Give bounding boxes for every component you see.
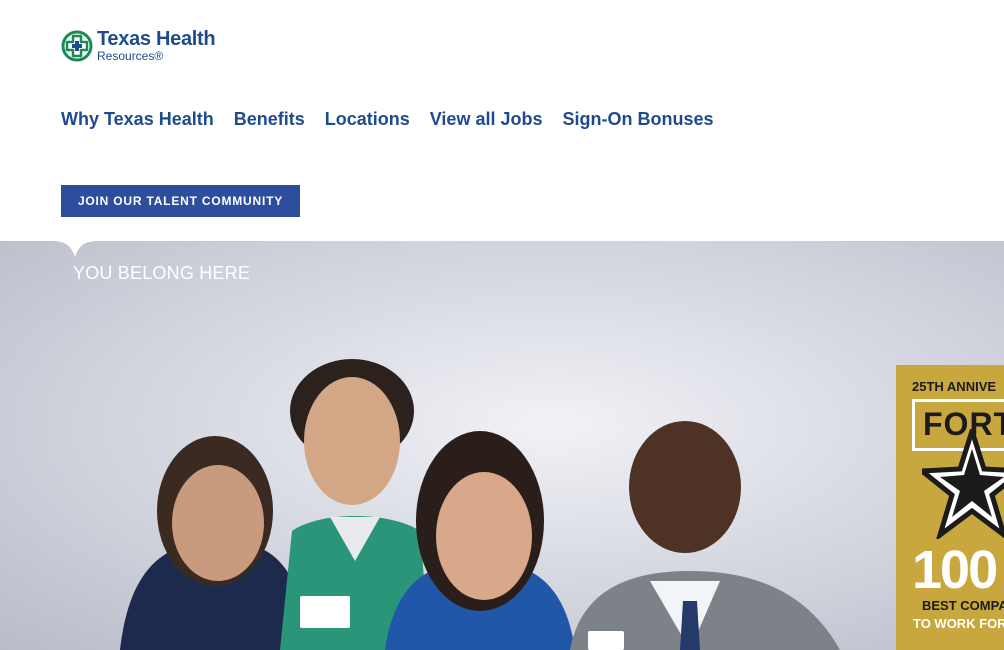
join-talent-community-button[interactable]: JOIN OUR TALENT COMMUNITY — [61, 185, 300, 217]
hero-banner: YOU BELONG HERE 25TH ANNIVE FORTU 100 — [0, 241, 1004, 650]
badge-number: 100 — [912, 540, 998, 600]
badge-anniversary-text: 25TH ANNIVE — [912, 379, 997, 394]
nav-link-why-texas-health[interactable]: Why Texas Health — [61, 109, 214, 130]
cross-logo-icon — [61, 30, 93, 61]
fortune-100-award-badge: 25TH ANNIVE FORTU 100 BEST COMPA TO WORK… — [896, 365, 1004, 650]
site-header: Texas Health Resources® Why Texas Health… — [0, 0, 1004, 241]
texas-health-logo[interactable]: Texas Health Resources® — [61, 28, 216, 63]
logo-wordmark: Texas Health — [97, 28, 216, 50]
nav-link-sign-on-bonuses[interactable]: Sign-On Bonuses — [562, 109, 713, 130]
staff-group-photo — [120, 359, 840, 650]
main-nav: Why Texas Health Benefits Locations View… — [61, 109, 714, 130]
nav-link-locations[interactable]: Locations — [325, 109, 410, 130]
badge-caption-line2: TO WORK FOR — [913, 616, 1004, 631]
badge-caption-line1: BEST COMPA — [922, 598, 1004, 613]
nav-link-view-all-jobs[interactable]: View all Jobs — [430, 109, 543, 130]
logo-subtitle: Resources® — [97, 49, 164, 63]
star-icon — [922, 429, 1004, 539]
nav-link-benefits[interactable]: Benefits — [234, 109, 305, 130]
